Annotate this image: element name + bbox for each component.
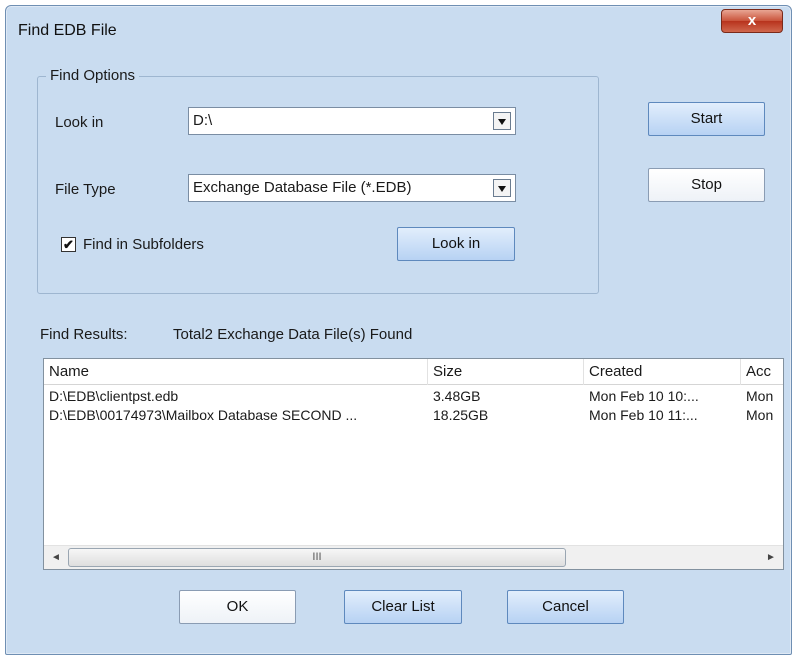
find-in-subfolders-checkbox[interactable]: ✔ — [61, 237, 76, 252]
checkmark-icon: ✔ — [63, 237, 74, 252]
look-in-label: Look in — [55, 114, 104, 131]
result-size: 3.48GB — [433, 388, 481, 404]
stop-button[interactable]: Stop — [648, 168, 765, 202]
result-accessed: Mon — [746, 407, 774, 423]
scroll-left-icon[interactable]: ◄ — [44, 546, 68, 569]
look-in-combo[interactable]: D:\ — [188, 107, 516, 135]
column-header-accessed[interactable]: Acc — [741, 359, 783, 385]
ok-button[interactable]: OK — [179, 590, 296, 624]
table-row[interactable]: D:\EDB\00174973\Mailbox Database SECOND … — [44, 406, 783, 425]
find-options-legend: Find Options — [46, 67, 140, 84]
find-edb-dialog: Find EDB File x Find Options Look in D:\… — [5, 5, 792, 655]
close-button[interactable]: x — [721, 9, 783, 33]
look-in-value: D:\ — [193, 112, 213, 129]
file-type-combo[interactable]: Exchange Database File (*.EDB) — [188, 174, 516, 202]
result-name: D:\EDB\00174973\Mailbox Database SECOND … — [49, 407, 358, 423]
result-created: Mon Feb 10 11:... — [589, 407, 698, 423]
file-type-label: File Type — [55, 181, 116, 198]
look-in-button[interactable]: Look in — [397, 227, 515, 261]
start-button[interactable]: Start — [648, 102, 765, 136]
find-in-subfolders-label: Find in Subfolders — [83, 236, 204, 253]
result-size: 18.25GB — [433, 407, 489, 423]
result-created: Mon Feb 10 10:... — [589, 388, 699, 404]
cancel-button[interactable]: Cancel — [507, 590, 624, 624]
grip-icon: III — [312, 551, 322, 563]
scroll-right-icon[interactable]: ► — [759, 546, 783, 569]
column-header-created[interactable]: Created — [584, 359, 741, 385]
table-row[interactable]: D:\EDB\clientpst.edb 3.48GB Mon Feb 10 1… — [44, 387, 783, 406]
title-bar: Find EDB File x — [6, 6, 791, 50]
clear-list-button[interactable]: Clear List — [344, 590, 462, 624]
horizontal-scrollbar[interactable]: ◄ III ► — [44, 545, 783, 569]
results-list[interactable]: Name Size Created Acc D:\EDB\clientpst.e… — [43, 358, 784, 570]
column-header-name[interactable]: Name — [44, 359, 428, 385]
results-list-header: Name Size Created Acc — [44, 359, 783, 385]
chevron-down-icon[interactable] — [493, 112, 511, 130]
find-options-group: Find Options Look in D:\ File Type Excha… — [37, 67, 599, 294]
column-header-size[interactable]: Size — [428, 359, 584, 385]
scroll-thumb[interactable]: III — [68, 548, 566, 567]
result-name: D:\EDB\clientpst.edb — [49, 388, 179, 404]
find-results-summary: Total2 Exchange Data File(s) Found — [173, 326, 413, 343]
window-title: Find EDB File — [18, 22, 117, 39]
chevron-down-icon[interactable] — [493, 179, 511, 197]
dialog-body: Find Options Look in D:\ File Type Excha… — [13, 50, 784, 648]
file-type-value: Exchange Database File (*.EDB) — [193, 179, 412, 196]
find-results-label: Find Results: — [40, 326, 128, 343]
close-icon: x — [747, 12, 757, 29]
result-accessed: Mon — [746, 388, 774, 404]
